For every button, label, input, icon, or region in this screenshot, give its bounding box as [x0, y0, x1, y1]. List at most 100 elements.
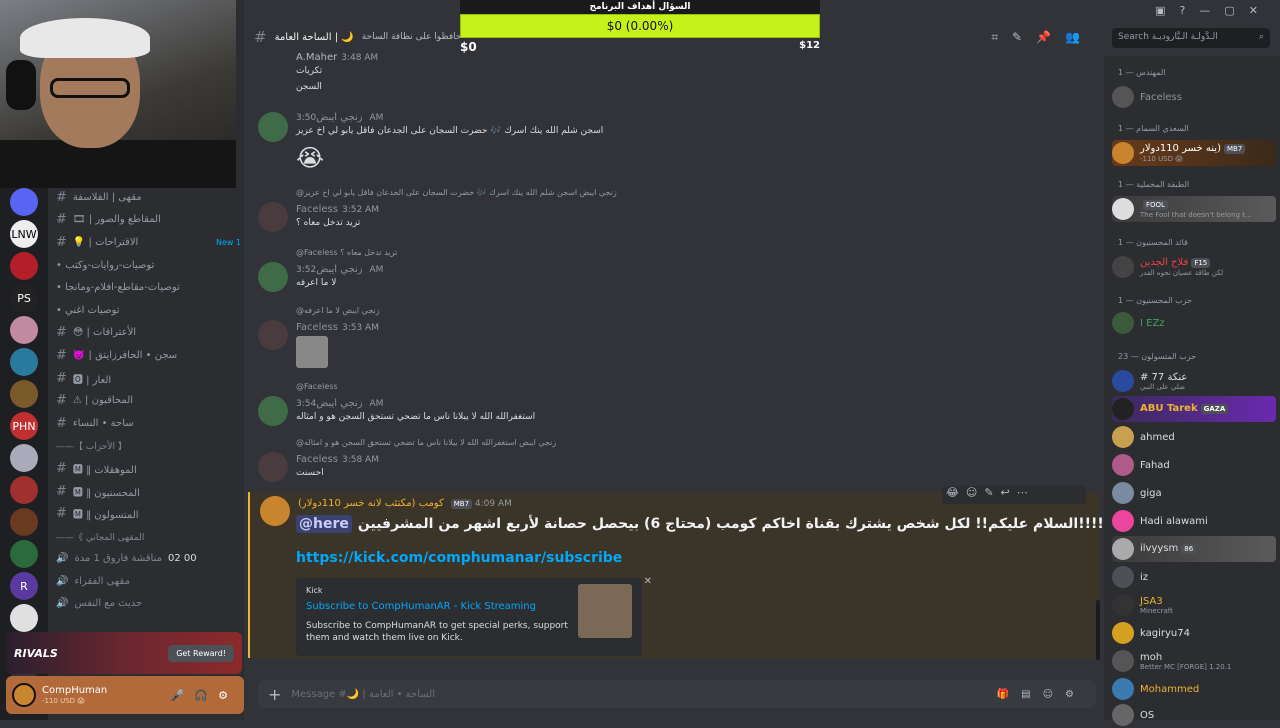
server-icon[interactable] — [10, 476, 38, 504]
reply-preview[interactable]: @Faceless — [296, 382, 338, 391]
channel-item[interactable]: الأعترافات | 😳 # — [48, 322, 244, 345]
avatar[interactable] — [258, 320, 288, 350]
message-author[interactable]: A.Maher — [296, 52, 337, 63]
message-author[interactable]: Faceless — [296, 204, 338, 215]
member-item[interactable]: moh Better MC [FORGE] 1.20.1 — [1112, 648, 1276, 674]
reply-preview[interactable]: @زنجي ايبض لا ما اعرفه — [296, 306, 380, 315]
member-item[interactable]: I EZz — [1112, 310, 1276, 336]
channel-item[interactable]: المقاطع والصور | 🎞 # — [48, 209, 244, 232]
member-item[interactable]: ahmed — [1112, 424, 1276, 450]
close-icon[interactable]: ✕ — [644, 576, 652, 587]
channel-item[interactable]: المحاقبون | ⚠ # — [48, 389, 244, 412]
attach-plus-icon[interactable]: + — [268, 685, 281, 704]
reply-preview[interactable]: @زنجي ايبض استغفرالله الله لا يبلانا ناس… — [296, 438, 556, 447]
member-group-header: حزب المحسنيون — 1 — [1118, 296, 1193, 305]
category-header[interactable]: المقهى المجاني 》—— — [48, 525, 244, 548]
channel-item[interactable]: 1 New الاقتراحات | 💡 # — [48, 231, 244, 254]
server-icon[interactable] — [10, 316, 38, 344]
server-icon[interactable] — [10, 508, 38, 536]
avatar — [1112, 678, 1134, 700]
avatar — [1112, 256, 1134, 278]
user-avatar[interactable] — [12, 683, 36, 707]
avatar — [1112, 482, 1134, 504]
search-input[interactable]: Search الـدَّولـة الـبَّاروديـة ⌕ — [1112, 28, 1270, 48]
server-icon[interactable] — [10, 540, 38, 568]
channel-item[interactable]: سجن • الحافرزايتق | 👿 # — [48, 344, 244, 367]
subscribe-link[interactable]: https://kick.com/comphumanar/subscribe — [296, 550, 622, 566]
server-icon[interactable]: PS — [10, 284, 38, 312]
donation-max: $12 — [799, 40, 820, 51]
channel-item[interactable]: الموهقلات ‖ 🅼 # — [48, 457, 244, 480]
member-item[interactable]: Fahad — [1112, 452, 1276, 478]
message-author[interactable]: زنجي ايبض — [316, 398, 362, 409]
voice-count: 00 02 — [167, 553, 197, 565]
server-icon[interactable] — [10, 188, 38, 216]
member-item[interactable]: ينه خسر 110دولار) MB7 -110 USD 😱 — [1112, 140, 1276, 166]
avatar[interactable] — [258, 262, 288, 292]
message-author[interactable]: Faceless — [296, 454, 338, 465]
server-icon[interactable] — [10, 252, 38, 280]
header-toolbar-icons[interactable]: ⌗✎📌👥 — [991, 30, 1094, 45]
member-item[interactable]: ilvyysm 86 — [1112, 536, 1276, 562]
scrollbar[interactable] — [1096, 600, 1100, 660]
avatar[interactable] — [258, 112, 288, 142]
server-icon[interactable]: LNW — [10, 220, 38, 248]
promo-banner[interactable]: RIVALS Get Reward! — [6, 632, 242, 674]
member-name: giga — [1140, 487, 1162, 499]
member-item[interactable]: JSA3 Minecraft — [1112, 592, 1276, 618]
channel-item[interactable]: مقهى | الفلاسفة # — [48, 186, 244, 209]
thread-item[interactable]: توصيات-روايات-وكتب • — [48, 254, 244, 277]
member-item[interactable]: giga — [1112, 480, 1276, 506]
message-author[interactable]: كومب (مكتئب لانه خسر 110دولار) — [298, 498, 444, 509]
message-author[interactable]: زنجي ايبض — [316, 112, 362, 123]
get-reward-button[interactable]: Get Reward! — [168, 644, 234, 662]
thread-item[interactable]: توصيات اغني • — [48, 299, 244, 322]
channel-label: المتسولون ‖ 🅼 — [72, 510, 139, 522]
user-controls-icons[interactable]: 🎤🎧⚙ — [171, 689, 238, 702]
channel-item[interactable]: ساحة • النساء # — [48, 412, 244, 435]
server-icon[interactable]: R — [10, 572, 38, 600]
reply-preview[interactable]: @Faceless تريد تدخل معاه ؟ — [296, 248, 397, 257]
member-item[interactable]: Hadi alawami — [1112, 508, 1276, 534]
message-author[interactable]: زنجي ايبض — [316, 264, 362, 275]
image-attachment[interactable] — [296, 336, 328, 368]
message-text: احسنت — [296, 468, 324, 478]
member-item[interactable]: OS — [1112, 702, 1276, 728]
voice-channel-item[interactable]: حديث مع النفس 🔊 — [48, 593, 244, 616]
server-icon[interactable] — [10, 348, 38, 376]
server-icon[interactable] — [10, 604, 38, 632]
voice-channel-item[interactable]: مقهى الفقراء 🔊 — [48, 570, 244, 593]
channel-item[interactable]: المحسنيون ‖ 🅼 # — [48, 480, 244, 503]
mention[interactable]: @here — [296, 515, 352, 533]
avatar[interactable] — [260, 496, 290, 526]
member-item[interactable]: # 77 عنكة صلي على النبي — [1112, 368, 1276, 394]
channel-item[interactable]: العار | 🅾 # — [48, 367, 244, 390]
composer-tools-icons[interactable]: 🎁▤☺⚙ — [997, 689, 1086, 700]
message-author[interactable]: Faceless — [296, 322, 338, 333]
avatar[interactable] — [258, 396, 288, 426]
avatar[interactable] — [258, 202, 288, 232]
avatar[interactable] — [258, 452, 288, 482]
member-item[interactable]: iz — [1112, 564, 1276, 590]
reply-preview[interactable]: @زنجي ايبض اسجن شلم الله ينك اسرك 🎶 حضرت… — [296, 188, 617, 197]
member-item[interactable]: FOOL The Fool that doesn't belong t... — [1112, 196, 1276, 222]
server-icon[interactable] — [10, 444, 38, 472]
channel-item[interactable]: المتسولون ‖ 🅼 # — [48, 502, 244, 525]
message-input[interactable]: Message #🌙 | الساحة • العامة — [291, 689, 435, 700]
member-item[interactable]: Faceless — [1112, 84, 1276, 110]
category-header[interactable]: 【 الأحزاب 】—— — [48, 435, 244, 458]
member-item[interactable]: Mohammed — [1112, 676, 1276, 702]
server-icon[interactable]: PHN — [10, 412, 38, 440]
member-name: # 77 عنكة — [1140, 371, 1188, 383]
embed-thumbnail[interactable] — [578, 584, 632, 638]
message-toolbar[interactable]: 😂☺✎↩⋯ — [942, 486, 1086, 504]
member-item[interactable]: ABU Tarek GAZA — [1112, 396, 1276, 422]
member-item[interactable]: فلاح الجدين F15 لكن طاقة عصيان نحوه القدر — [1112, 254, 1276, 280]
thread-item[interactable]: توصيات-مقاطع-افلام-ومانجا • — [48, 276, 244, 299]
hash-icon: # — [56, 212, 67, 228]
message-composer[interactable]: + Message #🌙 | الساحة • العامة 🎁▤☺⚙ — [258, 680, 1096, 708]
member-item[interactable]: kagiryu74 — [1112, 620, 1276, 646]
voice-channel-item[interactable]: 00 02 مناقشة فاروق 1 مدة 🔊 — [48, 548, 244, 571]
window-controls[interactable]: ▣?—▢✕ — [1104, 0, 1280, 24]
server-icon[interactable] — [10, 380, 38, 408]
